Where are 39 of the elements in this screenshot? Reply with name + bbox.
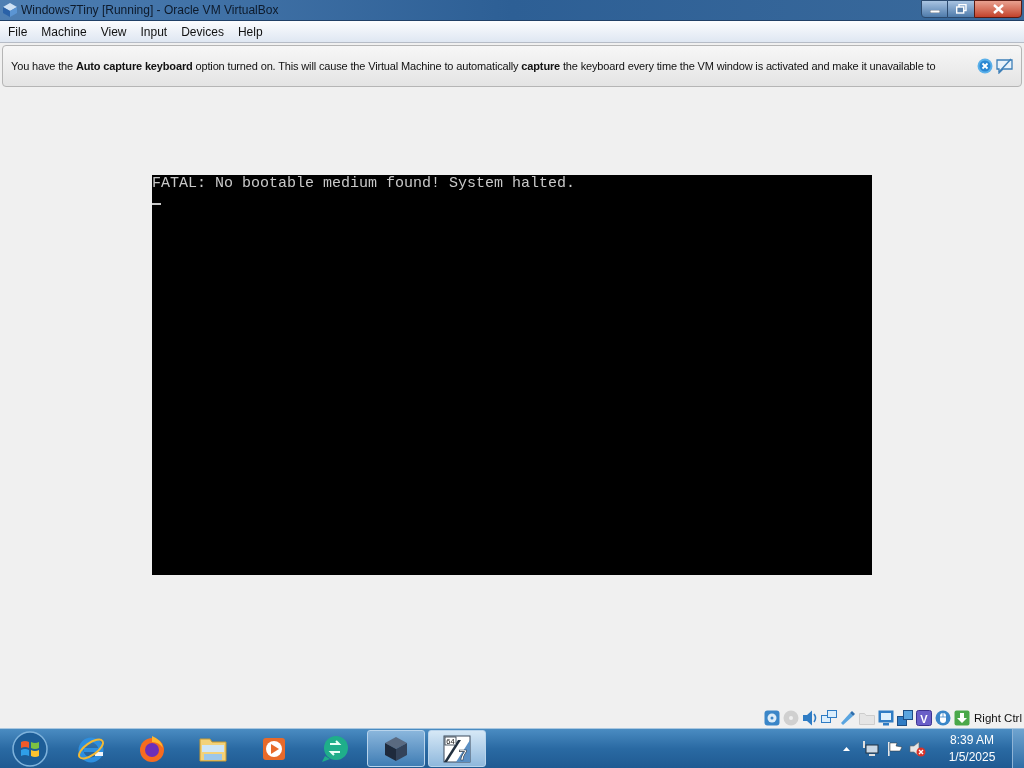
window-title: Windows7Tiny [Running] - Oracle VM VirtualBox: [21, 2, 279, 18]
console-text: FATAL: No bootable medium found! System halted.: [152, 176, 577, 192]
menu-item[interactable]: File: [1, 23, 35, 40]
restore-button[interactable]: [948, 0, 974, 18]
flag-icon[interactable]: [887, 740, 903, 757]
speech-bubble-crossed-icon[interactable]: [996, 58, 1013, 74]
restore-icon: [955, 4, 967, 14]
disc-drive-icon[interactable]: [764, 710, 781, 726]
menu-item[interactable]: View: [93, 23, 134, 40]
network-icon[interactable]: [821, 710, 838, 726]
clock[interactable]: 8:39 AM 1/5/2025: [936, 731, 1008, 766]
pen-icon[interactable]: [840, 710, 857, 726]
close-icon: [992, 4, 1004, 14]
vm-screen[interactable]: FATAL: No bootable medium found! System halted.: [152, 175, 872, 575]
speaker-icon[interactable]: [909, 740, 926, 757]
windows-logo-icon: [11, 730, 49, 767]
network-icon[interactable]: [863, 740, 879, 757]
taskbar-button[interactable]: [366, 730, 425, 767]
windows-stack-icon[interactable]: [897, 710, 914, 726]
menu-item[interactable]: Input: [133, 23, 175, 40]
notification-text: You have the Auto capture keyboard option turned on. This will cause the Virtual Machine to automatically capture the keyboard every time the VM window is activated and make it unavailable to: [11, 59, 936, 73]
menu-item[interactable]: Help: [230, 23, 270, 40]
menu-item[interactable]: Machine: [34, 23, 94, 40]
down-arrow-icon[interactable]: [954, 710, 971, 726]
minimize-icon: [929, 10, 940, 13]
cursor-icon: [152, 203, 161, 205]
caret-up-icon: [842, 746, 850, 751]
close-button[interactable]: [974, 0, 1022, 18]
mouse-icon[interactable]: [935, 710, 952, 726]
app-logo-icon: [2, 2, 18, 18]
minimize-button[interactable]: [921, 0, 948, 18]
chip-icon[interactable]: V: [916, 710, 933, 726]
menu-item[interactable]: Devices: [174, 23, 231, 40]
speaker-icon[interactable]: [802, 710, 819, 726]
chat-bubble-icon: [319, 733, 350, 764]
monitor-icon[interactable]: [878, 710, 895, 726]
close-icon[interactable]: [977, 58, 993, 74]
show-desktop-button[interactable]: [1012, 729, 1024, 768]
host-key-label: Right Ctrl: [974, 711, 1022, 725]
